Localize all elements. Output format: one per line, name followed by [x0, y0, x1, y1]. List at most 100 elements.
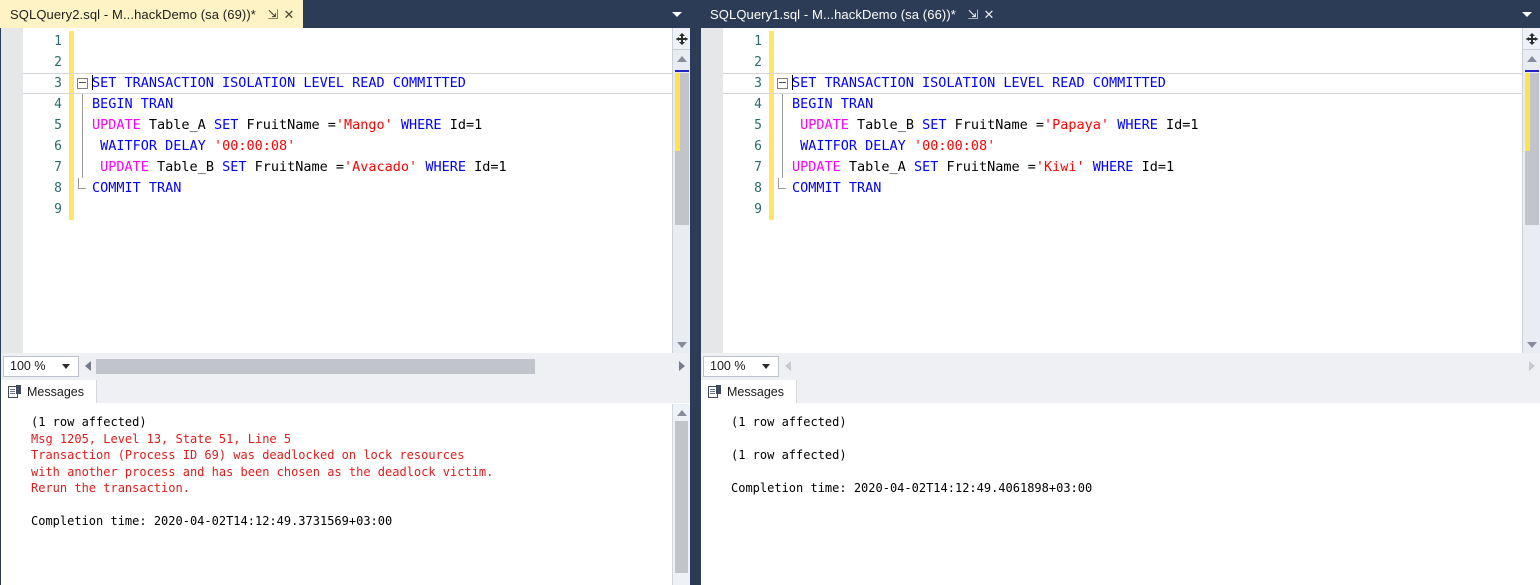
fold-line — [781, 94, 783, 115]
code-token: WHERE — [425, 159, 466, 175]
editor-left: 1 2 3 SET TRANSACTION ISOLATION LEVEL READ … — [0, 28, 690, 353]
tab-title: SQLQuery1.sql - M...hackDemo (sa (66))* — [710, 6, 956, 22]
editor-vertical-scrollbar[interactable] — [1522, 28, 1540, 353]
editor-horizontal-scrollbar[interactable] — [779, 354, 1540, 378]
close-icon[interactable]: ✕ — [982, 6, 996, 22]
code-area[interactable]: 1 2 3 SET TRANSACTION ISOLATION LEVEL READ … — [723, 28, 1522, 220]
code-text: UPDATE Table_A SET FruitName ='Kiwi' WHE… — [790, 157, 1174, 178]
tab-left[interactable]: SQLQuery2.sql - M...hackDemo (sa (69))* ⇲… — [0, 0, 303, 28]
split-editor-button[interactable] — [1523, 28, 1540, 50]
code-token: Table_B — [848, 117, 923, 133]
editor-body[interactable]: 1 2 3 SET TRANSACTION ISOLATION LEVEL READ … — [23, 28, 672, 353]
hscroll-thumb[interactable] — [96, 358, 535, 374]
hscroll-track[interactable] — [796, 358, 1523, 374]
scroll-down-button[interactable] — [673, 336, 690, 353]
tab-overflow-button[interactable] — [1514, 0, 1540, 28]
code-area[interactable]: 1 2 3 SET TRANSACTION ISOLATION LEVEL READ … — [23, 28, 672, 220]
message-line: Transaction (Process ID 69) was deadlock… — [31, 448, 465, 462]
split-editor-button[interactable] — [673, 28, 690, 50]
collapse-icon[interactable] — [76, 78, 88, 89]
pane-splitter[interactable] — [690, 0, 700, 585]
code-line: 8 COMMIT TRAN — [723, 178, 1522, 199]
code-token: SET — [913, 159, 939, 175]
chevron-down-icon — [672, 11, 682, 17]
code-token: UPDATE — [92, 117, 141, 133]
message-line: with another process and has been chosen… — [31, 464, 494, 479]
indicator-margin — [701, 28, 723, 353]
triangle-up-icon — [1526, 55, 1537, 62]
fold-margin — [774, 178, 790, 189]
change-bar — [769, 52, 774, 73]
triangle-down-icon — [676, 341, 687, 348]
scroll-up-button[interactable] — [1523, 50, 1540, 67]
code-line: 7 UPDATE Table_A SET FruitName ='Kiwi' WH… — [723, 157, 1522, 178]
code-line: 1 — [23, 31, 672, 52]
line-number: 7 — [754, 160, 762, 175]
code-token: Table_A — [140, 117, 214, 133]
message-line: (1 row affected) — [31, 415, 147, 429]
vertical-scroll-track[interactable] — [1523, 67, 1540, 336]
fold-margin[interactable] — [774, 78, 790, 89]
code-token: BEGIN TRAN — [92, 96, 174, 112]
tab-strip: SQLQuery2.sql - M...hackDemo (sa (69))* ⇲… — [0, 0, 690, 28]
scroll-down-button[interactable] — [1523, 336, 1540, 353]
vertical-scroll-track[interactable] — [673, 67, 690, 336]
messages-text[interactable]: (1 row affected) (1 row affected) Completi… — [701, 404, 1540, 585]
editor-body[interactable]: 1 2 3 SET TRANSACTION ISOLATION LEVEL READ … — [723, 28, 1522, 353]
close-icon[interactable]: ✕ — [282, 6, 296, 22]
code-line: 1 — [723, 31, 1522, 52]
hscroll-track[interactable] — [96, 358, 673, 374]
collapse-icon[interactable] — [776, 78, 788, 89]
code-token: FruitName = — [238, 117, 336, 133]
hscroll-right-button[interactable] — [673, 354, 690, 378]
chevron-down-icon — [62, 363, 70, 369]
editor-vertical-scrollbar[interactable] — [672, 28, 690, 353]
zoom-level-dropdown[interactable]: 100 % — [703, 355, 779, 377]
zoom-level-value: 100 % — [10, 359, 46, 373]
editor-bottom-bar: 100 % — [0, 353, 690, 379]
fold-end-icon — [778, 178, 786, 189]
scroll-up-button[interactable] — [673, 50, 690, 67]
chevron-down-icon — [762, 363, 770, 369]
code-token: Id=1 — [1157, 117, 1199, 133]
code-token: WHERE — [1117, 117, 1158, 133]
code-token: SET — [922, 117, 947, 133]
tab-messages[interactable]: Messages — [1, 380, 97, 403]
message-line: (1 row affected) — [731, 448, 847, 462]
hscroll-left-button[interactable] — [779, 354, 796, 378]
code-token: WAITFOR DELAY — [100, 138, 206, 154]
code-text: UPDATE Table_B SET FruitName ='Avacado' … — [90, 157, 506, 178]
results-body: (1 row affected) (1 row affected) Completi… — [701, 404, 1540, 585]
hscroll-right-button[interactable] — [1523, 354, 1540, 378]
messages-scroll-thumb[interactable] — [675, 421, 688, 573]
fold-line — [81, 94, 83, 115]
zoom-level-dropdown[interactable]: 100 % — [3, 355, 79, 377]
code-token: FruitName = — [246, 159, 345, 175]
tab-overflow-button[interactable] — [664, 0, 690, 28]
line-number: 6 — [754, 139, 762, 154]
messages-text[interactable]: (1 row affected) Msg 1205, Level 13, Stat… — [1, 404, 672, 585]
code-token: UPDATE — [800, 117, 849, 133]
tab-right[interactable]: SQLQuery1.sql - M...hackDemo (sa (66))* ⇲… — [700, 0, 1003, 28]
code-token: COMMIT TRAN — [92, 180, 182, 196]
scroll-position-marker — [1525, 70, 1539, 72]
messages-scroll-track[interactable] — [673, 573, 690, 585]
code-line: 9 — [723, 199, 1522, 220]
editor-horizontal-scrollbar[interactable] — [79, 354, 690, 378]
pin-icon[interactable]: ⇲ — [966, 6, 980, 22]
messages-vertical-scrollbar[interactable] — [672, 404, 690, 585]
code-token: BEGIN TRAN — [792, 96, 874, 112]
code-token: 'Mango' — [335, 117, 393, 133]
line-number: 4 — [54, 97, 62, 112]
hscroll-left-button[interactable] — [79, 354, 96, 378]
fold-margin[interactable] — [74, 78, 90, 89]
line-number: 5 — [754, 118, 762, 133]
pin-icon[interactable]: ⇲ — [266, 6, 280, 22]
tab-messages[interactable]: Messages — [701, 380, 797, 403]
line-number: 2 — [754, 55, 762, 70]
messages-scroll-up[interactable] — [673, 404, 690, 421]
